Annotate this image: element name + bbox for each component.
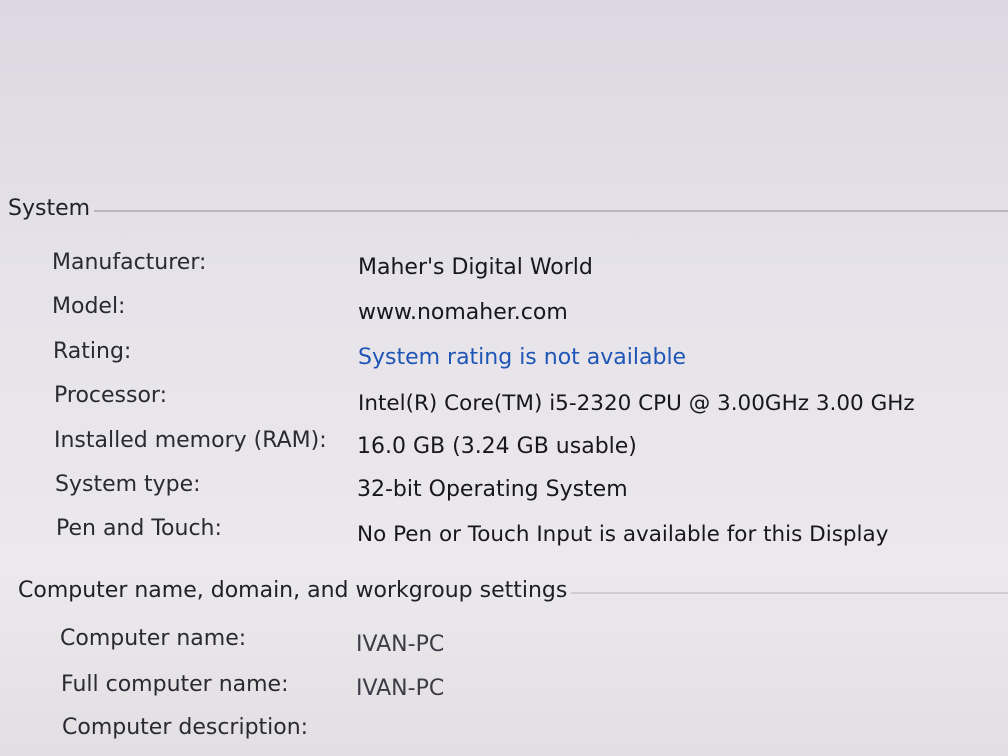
full-computer-name-value: IVAN-PC [356, 676, 445, 701]
system-rating-link[interactable]: System rating is not available [358, 345, 686, 370]
rating-label: Rating: [53, 339, 132, 364]
system-section-divider [94, 209, 1008, 212]
full-computer-name-label: Full computer name: [61, 672, 289, 697]
system-section-header: System [8, 196, 1008, 221]
computer-name-section-header: Computer name, domain, and workgroup set… [18, 578, 1008, 603]
computer-name-value: IVAN-PC [356, 632, 445, 657]
model-value: www.nomaher.com [358, 300, 568, 325]
manufacturer-value: Maher's Digital World [358, 255, 593, 280]
memory-label: Installed memory (RAM): [54, 428, 327, 453]
processor-label: Processor: [54, 383, 167, 408]
pen-touch-label: Pen and Touch: [56, 516, 222, 541]
system-type-value: 32-bit Operating System [357, 477, 628, 502]
memory-value: 16.0 GB (3.24 GB usable) [357, 434, 637, 459]
manufacturer-label: Manufacturer: [52, 250, 207, 275]
model-label: Model: [52, 294, 126, 319]
processor-value: Intel(R) Core(TM) i5-2320 CPU @ 3.00GHz … [358, 391, 915, 416]
computer-description-label: Computer description: [62, 715, 309, 740]
pen-touch-value: No Pen or Touch Input is available for t… [357, 522, 889, 547]
system-type-label: System type: [55, 472, 201, 497]
computer-name-label: Computer name: [60, 626, 247, 651]
system-section-title: System [8, 196, 91, 221]
computer-name-section-title: Computer name, domain, and workgroup set… [18, 578, 568, 603]
computer-name-section-divider [571, 591, 1008, 594]
